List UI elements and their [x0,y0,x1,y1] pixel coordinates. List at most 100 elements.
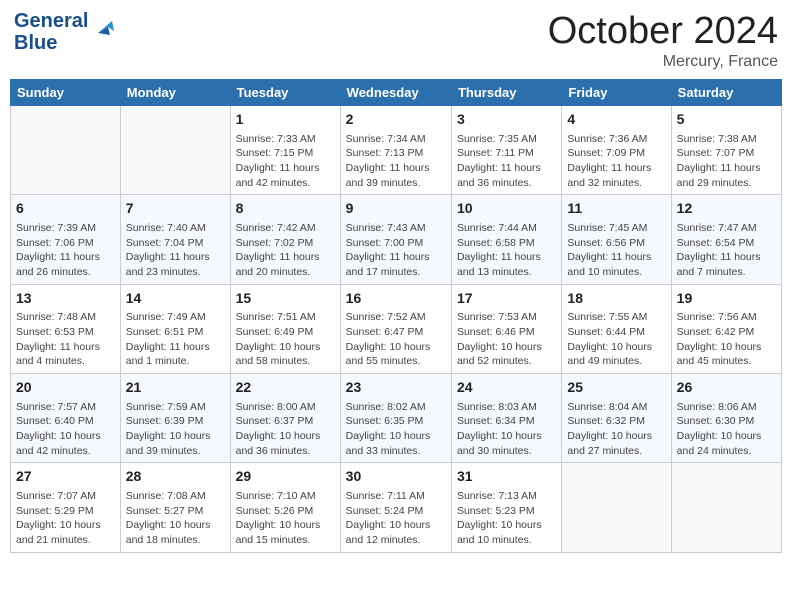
calendar-cell: 1 Sunrise: 7:33 AMSunset: 7:15 PMDaylight… [230,106,340,195]
col-header-wednesday: Wednesday [340,80,451,106]
day-number: 19 [677,289,776,309]
day-number: 21 [126,378,225,398]
day-info: Sunrise: 7:55 AMSunset: 6:44 PMDaylight:… [567,311,652,367]
calendar-cell: 25Sunrise: 8:04 AMSunset: 6:32 PMDayligh… [562,374,671,463]
col-header-sunday: Sunday [11,80,121,106]
calendar-cell: 19Sunrise: 7:56 AMSunset: 6:42 PMDayligh… [671,284,781,373]
calendar-cell: 5Sunrise: 7:38 AMSunset: 7:07 PMDaylight… [671,106,781,195]
day-number: 10 [457,199,556,219]
day-number: 16 [346,289,446,309]
logo-line2: Blue [14,32,88,54]
calendar-cell: 11 Sunrise: 7:45 AMSunset: 6:56 PMDayligh… [562,195,671,284]
day-info: Sunrise: 7:33 AMSunset: 7:15 PMDaylight:… [236,133,320,189]
day-number: 2 [346,110,446,130]
calendar-cell: 29 Sunrise: 7:10 AMSunset: 5:26 PMDayligh… [230,463,340,552]
day-number: 3 [457,110,556,130]
calendar-cell: 14Sunrise: 7:49 AMSunset: 6:51 PMDayligh… [120,284,230,373]
day-info: Sunrise: 7:40 AMSunset: 7:04 PMDaylight:… [126,222,210,278]
calendar-cell [120,106,230,195]
calendar-cell: 4 Sunrise: 7:36 AMSunset: 7:09 PMDaylight… [562,106,671,195]
calendar-week-row: 20Sunrise: 7:57 AMSunset: 6:40 PMDayligh… [11,374,782,463]
day-info: Sunrise: 7:39 AMSunset: 7:06 PMDaylight:… [16,222,100,278]
day-info: Sunrise: 7:10 AMSunset: 5:26 PMDaylight:… [236,490,321,546]
calendar-cell: 8 Sunrise: 7:42 AMSunset: 7:02 PMDaylight… [230,195,340,284]
day-number: 22 [236,378,335,398]
logo-icon [90,13,120,43]
day-info: Sunrise: 7:42 AMSunset: 7:02 PMDaylight:… [236,222,320,278]
day-info: Sunrise: 7:44 AMSunset: 6:58 PMDaylight:… [457,222,541,278]
calendar-cell: 16Sunrise: 7:52 AMSunset: 6:47 PMDayligh… [340,284,451,373]
day-info: Sunrise: 7:53 AMSunset: 6:46 PMDaylight:… [457,311,542,367]
calendar-cell: 6Sunrise: 7:39 AMSunset: 7:06 PMDaylight… [11,195,121,284]
calendar-cell: 18Sunrise: 7:55 AMSunset: 6:44 PMDayligh… [562,284,671,373]
day-number: 14 [126,289,225,309]
calendar-week-row: 27 Sunrise: 7:07 AMSunset: 5:29 PMDayligh… [11,463,782,552]
calendar-cell: 20Sunrise: 7:57 AMSunset: 6:40 PMDayligh… [11,374,121,463]
logo-line1: General [14,10,88,32]
calendar-header-row: SundayMondayTuesdayWednesdayThursdayFrid… [11,80,782,106]
calendar-cell: 28 Sunrise: 7:08 AMSunset: 5:27 PMDayligh… [120,463,230,552]
day-info: Sunrise: 7:51 AMSunset: 6:49 PMDaylight:… [236,311,321,367]
calendar-cell: 3 Sunrise: 7:35 AMSunset: 7:11 PMDaylight… [451,106,561,195]
day-number: 13 [16,289,115,309]
logo: General Blue [14,10,120,54]
day-number: 20 [16,378,115,398]
day-info: Sunrise: 8:02 AMSunset: 6:35 PMDaylight:… [346,401,431,457]
location-label: Mercury, France [548,53,778,71]
day-info: Sunrise: 7:47 AMSunset: 6:54 PMDaylight:… [677,222,761,278]
day-info: Sunrise: 7:48 AMSunset: 6:53 PMDaylight:… [16,311,100,367]
day-info: Sunrise: 8:06 AMSunset: 6:30 PMDaylight:… [677,401,762,457]
day-number: 15 [236,289,335,309]
day-number: 30 [346,467,446,487]
day-number: 9 [346,199,446,219]
calendar-cell: 15Sunrise: 7:51 AMSunset: 6:49 PMDayligh… [230,284,340,373]
day-number: 28 [126,467,225,487]
calendar-table: SundayMondayTuesdayWednesdayThursdayFrid… [10,79,782,553]
calendar-cell: 13Sunrise: 7:48 AMSunset: 6:53 PMDayligh… [11,284,121,373]
calendar-cell: 23 Sunrise: 8:02 AMSunset: 6:35 PMDayligh… [340,374,451,463]
day-number: 27 [16,467,115,487]
calendar-cell [671,463,781,552]
day-info: Sunrise: 7:11 AMSunset: 5:24 PMDaylight:… [346,490,431,546]
day-info: Sunrise: 7:07 AMSunset: 5:29 PMDaylight:… [16,490,101,546]
day-info: Sunrise: 8:04 AMSunset: 6:32 PMDaylight:… [567,401,652,457]
col-header-friday: Friday [562,80,671,106]
calendar-cell: 12 Sunrise: 7:47 AMSunset: 6:54 PMDayligh… [671,195,781,284]
calendar-week-row: 1 Sunrise: 7:33 AMSunset: 7:15 PMDaylight… [11,106,782,195]
calendar-cell: 22Sunrise: 8:00 AMSunset: 6:37 PMDayligh… [230,374,340,463]
day-info: Sunrise: 7:59 AMSunset: 6:39 PMDaylight:… [126,401,211,457]
calendar-cell [11,106,121,195]
calendar-week-row: 13Sunrise: 7:48 AMSunset: 6:53 PMDayligh… [11,284,782,373]
day-number: 17 [457,289,556,309]
day-number: 8 [236,199,335,219]
day-info: Sunrise: 7:08 AMSunset: 5:27 PMDaylight:… [126,490,211,546]
day-number: 23 [346,378,446,398]
calendar-cell: 9Sunrise: 7:43 AMSunset: 7:00 PMDaylight… [340,195,451,284]
title-block: October 2024 Mercury, France [548,10,778,71]
day-info: Sunrise: 7:52 AMSunset: 6:47 PMDaylight:… [346,311,431,367]
day-number: 26 [677,378,776,398]
day-number: 7 [126,199,225,219]
day-info: Sunrise: 7:35 AMSunset: 7:11 PMDaylight:… [457,133,541,189]
day-info: Sunrise: 7:45 AMSunset: 6:56 PMDaylight:… [567,222,651,278]
day-info: Sunrise: 7:36 AMSunset: 7:09 PMDaylight:… [567,133,651,189]
day-info: Sunrise: 7:56 AMSunset: 6:42 PMDaylight:… [677,311,762,367]
col-header-saturday: Saturday [671,80,781,106]
day-number: 5 [677,110,776,130]
col-header-thursday: Thursday [451,80,561,106]
day-number: 4 [567,110,665,130]
day-number: 18 [567,289,665,309]
day-number: 29 [236,467,335,487]
day-info: Sunrise: 7:34 AMSunset: 7:13 PMDaylight:… [346,133,430,189]
calendar-cell: 2 Sunrise: 7:34 AMSunset: 7:13 PMDaylight… [340,106,451,195]
day-number: 24 [457,378,556,398]
calendar-cell: 7 Sunrise: 7:40 AMSunset: 7:04 PMDaylight… [120,195,230,284]
calendar-week-row: 6Sunrise: 7:39 AMSunset: 7:06 PMDaylight… [11,195,782,284]
day-number: 12 [677,199,776,219]
calendar-cell: 27 Sunrise: 7:07 AMSunset: 5:29 PMDayligh… [11,463,121,552]
col-header-monday: Monday [120,80,230,106]
page-header: General Blue October 2024 Mercury, Franc… [10,10,782,71]
day-info: Sunrise: 8:03 AMSunset: 6:34 PMDaylight:… [457,401,542,457]
day-number: 11 [567,199,665,219]
day-number: 1 [236,110,335,130]
